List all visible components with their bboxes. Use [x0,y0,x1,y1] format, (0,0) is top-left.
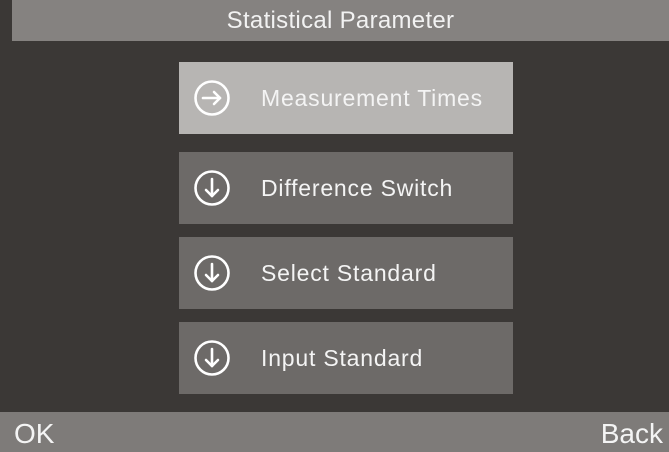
menu-item-input-standard[interactable]: Input Standard [179,322,513,394]
menu-item-measurement-times[interactable]: Measurement Times [179,62,513,134]
device-screen: Statistical Parameter Measurement Times … [0,0,669,452]
arrow-right-circle-icon [193,79,231,117]
arrow-down-circle-icon [193,169,231,207]
menu-item-select-standard[interactable]: Select Standard [179,237,513,309]
back-button[interactable]: Back [601,412,663,452]
page-title: Statistical Parameter [12,0,669,41]
menu-item-label: Difference Switch [261,174,454,201]
softkey-bar: OK Back [0,412,669,452]
menu-item-label: Measurement Times [261,84,483,111]
arrow-down-circle-icon [193,254,231,292]
menu-item-difference-switch[interactable]: Difference Switch [179,152,513,224]
menu-item-label: Select Standard [261,259,437,286]
arrow-down-circle-icon [193,339,231,377]
menu-item-label: Input Standard [261,344,424,371]
ok-button[interactable]: OK [14,412,54,452]
